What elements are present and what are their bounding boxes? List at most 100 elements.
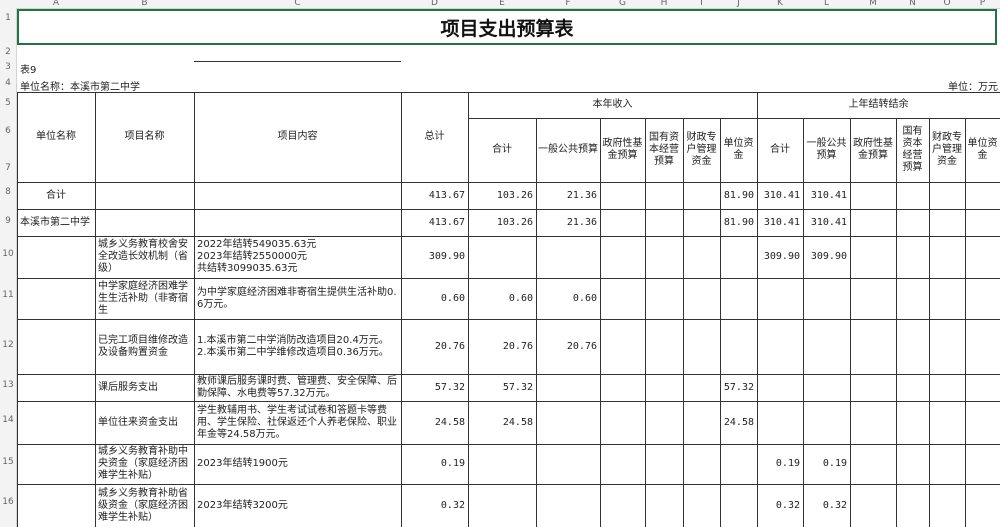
cell-total[interactable]: 0.32: [401, 484, 468, 527]
row-number-10[interactable]: 10: [0, 249, 16, 259]
cell-k[interactable]: [757, 319, 803, 374]
cell-project-name[interactable]: 中学家庭经济困难学生生活补助（非寄宿生: [95, 278, 194, 319]
row-number-5[interactable]: 5: [0, 98, 16, 108]
cell-project-content[interactable]: [194, 182, 401, 209]
cell-unit-name[interactable]: [17, 401, 95, 444]
row-number-9[interactable]: 9: [0, 216, 16, 226]
cell-n[interactable]: [896, 236, 929, 278]
cell-p[interactable]: [965, 209, 1000, 236]
column-letter-p[interactable]: P: [965, 0, 1000, 8]
cell-j[interactable]: [720, 444, 757, 484]
cell-project-name[interactable]: [95, 209, 194, 236]
column-letter-l[interactable]: L: [803, 0, 850, 8]
cell-j[interactable]: [720, 484, 757, 527]
cell-total[interactable]: 24.58: [401, 401, 468, 444]
row-number-4[interactable]: 4: [0, 78, 16, 88]
cell-h[interactable]: [645, 209, 683, 236]
cell-m[interactable]: [850, 278, 896, 319]
cell-f[interactable]: [536, 401, 600, 444]
cell-h[interactable]: [645, 182, 683, 209]
cell-h[interactable]: [645, 401, 683, 444]
cell-k[interactable]: [757, 401, 803, 444]
cell-p[interactable]: [965, 319, 1000, 374]
column-letter-f[interactable]: F: [536, 0, 600, 8]
cell-p[interactable]: [965, 374, 1000, 401]
cell-o[interactable]: [929, 319, 965, 374]
column-letter-j[interactable]: J: [720, 0, 757, 8]
cell-i[interactable]: [683, 374, 720, 401]
cell-e[interactable]: [468, 444, 536, 484]
column-letter-c[interactable]: C: [194, 0, 401, 8]
column-letter-h[interactable]: H: [645, 0, 683, 8]
cell-m[interactable]: [850, 374, 896, 401]
cell-p[interactable]: [965, 182, 1000, 209]
row-number-15[interactable]: 15: [0, 457, 16, 467]
cell-e[interactable]: 57.32: [468, 374, 536, 401]
cell-n[interactable]: [896, 374, 929, 401]
cell-p[interactable]: [965, 278, 1000, 319]
column-letter-e[interactable]: E: [468, 0, 536, 8]
cell-n[interactable]: [896, 182, 929, 209]
cell-p[interactable]: [965, 484, 1000, 527]
cell-n[interactable]: [896, 401, 929, 444]
row-number-1[interactable]: 1: [0, 13, 16, 23]
cell-h[interactable]: [645, 236, 683, 278]
cell-g[interactable]: [600, 374, 645, 401]
cell-o[interactable]: [929, 209, 965, 236]
cell-g[interactable]: [600, 444, 645, 484]
cell-j[interactable]: [720, 319, 757, 374]
cell-unit-name[interactable]: [17, 319, 95, 374]
cell-f[interactable]: [536, 484, 600, 527]
cell-project-content[interactable]: 2023年结转1900元: [194, 444, 401, 484]
cell-unit-name[interactable]: 本溪市第二中学: [17, 209, 95, 236]
cell-m[interactable]: [850, 182, 896, 209]
cell-project-name[interactable]: 单位往来资金支出: [95, 401, 194, 444]
cell-n[interactable]: [896, 484, 929, 527]
cell-k[interactable]: 310.41: [757, 209, 803, 236]
column-letter-d[interactable]: D: [401, 0, 468, 8]
cell-e[interactable]: 24.58: [468, 401, 536, 444]
column-letter-g[interactable]: G: [600, 0, 645, 8]
cell-m[interactable]: [850, 236, 896, 278]
cell-e[interactable]: 0.60: [468, 278, 536, 319]
cell-total[interactable]: 20.76: [401, 319, 468, 374]
cell-m[interactable]: [850, 444, 896, 484]
cell-m[interactable]: [850, 401, 896, 444]
cell-k[interactable]: 310.41: [757, 182, 803, 209]
row-number-8[interactable]: 8: [0, 187, 16, 197]
cell-project-name[interactable]: 城乡义务教育补助省级资金（家庭经济困难学生补贴）: [95, 484, 194, 527]
cell-unit-name[interactable]: [17, 484, 95, 527]
row-number-2[interactable]: 2: [0, 47, 16, 57]
cell-project-name[interactable]: 课后服务支出: [95, 374, 194, 401]
cell-m[interactable]: [850, 319, 896, 374]
cell-g[interactable]: [600, 319, 645, 374]
row-number-7[interactable]: 7: [0, 163, 16, 173]
cell-o[interactable]: [929, 484, 965, 527]
cell-g[interactable]: [600, 484, 645, 527]
cell-i[interactable]: [683, 319, 720, 374]
cell-o[interactable]: [929, 182, 965, 209]
cell-n[interactable]: [896, 444, 929, 484]
cell-project-name[interactable]: 城乡义务教育校舍安全改造长效机制（省级）: [95, 236, 194, 278]
cell-project-content[interactable]: 2023年结转3200元: [194, 484, 401, 527]
column-letter-b[interactable]: B: [95, 0, 194, 8]
spreadsheet-grid[interactable]: 项目支出预算表 表9 单位名称：本溪市第二中学 单位：万元 单位名称 项目名称 项目内容 总计…: [17, 9, 1000, 527]
cell-project-name[interactable]: 城乡义务教育补助中央资金（家庭经济困难学生补贴）: [95, 444, 194, 484]
cell-l[interactable]: [803, 401, 850, 444]
cell-project-name[interactable]: [95, 182, 194, 209]
cell-k[interactable]: 0.19: [757, 444, 803, 484]
column-letter-a[interactable]: A: [17, 0, 95, 8]
cell-h[interactable]: [645, 319, 683, 374]
cell-total[interactable]: 413.67: [401, 209, 468, 236]
row-number-12[interactable]: 12: [0, 340, 16, 350]
cell-i[interactable]: [683, 444, 720, 484]
cell-h[interactable]: [645, 374, 683, 401]
cell-e[interactable]: [468, 484, 536, 527]
cell-l[interactable]: 310.41: [803, 209, 850, 236]
cell-m[interactable]: [850, 484, 896, 527]
row-number-16[interactable]: 16: [0, 497, 16, 507]
cell-j[interactable]: 81.90: [720, 182, 757, 209]
cell-n[interactable]: [896, 278, 929, 319]
cell-f[interactable]: [536, 236, 600, 278]
cell-project-content[interactable]: 2022年结转549035.63元 2023年结转2550000元 共结转309…: [194, 236, 401, 278]
